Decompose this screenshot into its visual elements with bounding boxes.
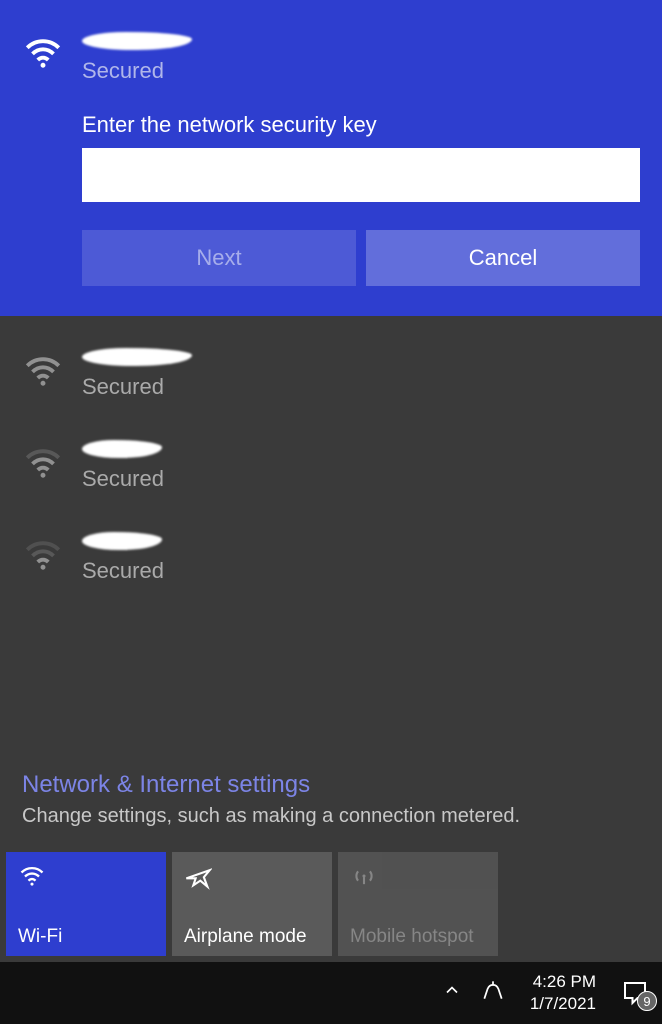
- quick-action-tiles: Wi-Fi Airplane mode Mobile hotspot: [0, 834, 662, 962]
- network-item[interactable]: Secured: [0, 420, 662, 512]
- tile-label: Airplane mode: [184, 926, 320, 948]
- tray-overflow-icon[interactable]: [442, 980, 462, 1006]
- mobile-hotspot-tile[interactable]: Mobile hotspot: [338, 852, 498, 956]
- security-key-prompt: Enter the network security key: [82, 112, 640, 138]
- network-status: Secured: [82, 466, 640, 492]
- security-key-input[interactable]: [82, 148, 640, 202]
- button-row: Next Cancel: [82, 230, 640, 286]
- wifi-icon: [22, 350, 64, 392]
- pen-icon[interactable]: [480, 977, 506, 1009]
- tile-label: Mobile hotspot: [350, 926, 486, 948]
- next-button[interactable]: Next: [82, 230, 356, 286]
- date-text: 1/7/2021: [530, 993, 596, 1015]
- settings-link-section: Network & Internet settings Change setti…: [0, 763, 662, 834]
- cancel-button[interactable]: Cancel: [366, 230, 640, 286]
- network-item[interactable]: Secured: [0, 328, 662, 420]
- network-name: [82, 30, 640, 56]
- airplane-icon: [184, 862, 212, 890]
- network-item[interactable]: Secured: [0, 512, 662, 604]
- network-status: Secured: [82, 558, 640, 584]
- wifi-icon: [22, 442, 64, 484]
- time-text: 4:26 PM: [530, 971, 596, 993]
- network-info: Secured: [82, 30, 640, 84]
- network-settings-desc: Change settings, such as making a connec…: [22, 805, 640, 828]
- selected-network-panel: Secured Enter the network security key N…: [0, 0, 662, 316]
- network-status: Secured: [82, 58, 640, 84]
- network-status: Secured: [82, 374, 640, 400]
- network-settings-link[interactable]: Network & Internet settings: [22, 771, 640, 799]
- wifi-icon: [22, 534, 64, 576]
- network-header[interactable]: Secured: [22, 30, 640, 84]
- notification-count-badge: 9: [637, 991, 657, 1011]
- taskbar: 4:26 PM 1/7/2021 9: [0, 962, 662, 1024]
- action-center-icon[interactable]: 9: [620, 978, 654, 1008]
- airplane-mode-tile[interactable]: Airplane mode: [172, 852, 332, 956]
- network-list: Secured Secured Secured: [0, 316, 662, 763]
- tile-label: Wi-Fi: [18, 926, 154, 948]
- wifi-icon: [18, 862, 46, 890]
- wifi-tile[interactable]: Wi-Fi: [6, 852, 166, 956]
- network-name: [82, 532, 640, 556]
- connect-panel: Enter the network security key Next Canc…: [82, 112, 640, 286]
- network-name: [82, 348, 640, 372]
- wifi-icon: [22, 32, 64, 74]
- clock[interactable]: 4:26 PM 1/7/2021: [524, 971, 602, 1015]
- hotspot-icon: [350, 862, 378, 890]
- network-name: [82, 440, 640, 464]
